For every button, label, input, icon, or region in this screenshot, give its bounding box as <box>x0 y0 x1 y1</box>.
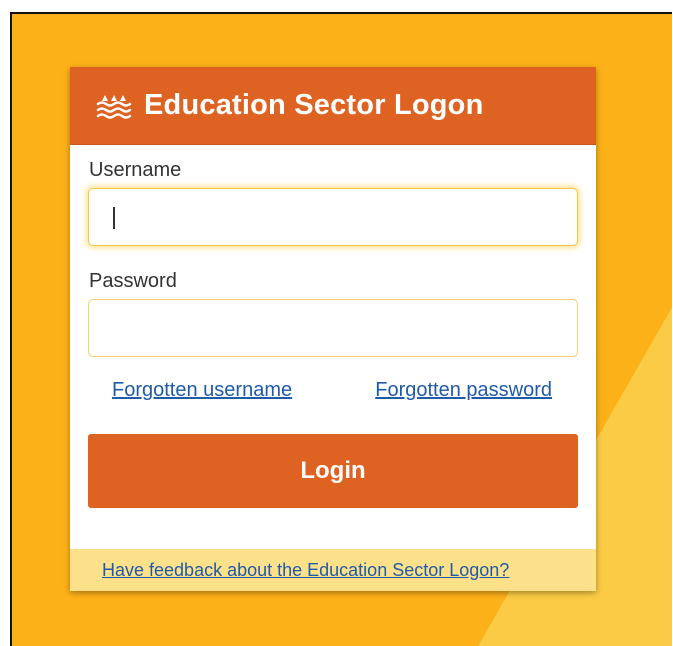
recovery-links: Forgotten username Forgotten password <box>88 357 578 402</box>
forgot-username-link[interactable]: Forgotten username <box>112 379 292 402</box>
card-title: Education Sector Logon <box>144 89 484 121</box>
card-header: Education Sector Logon <box>70 67 596 145</box>
forgot-password-link[interactable]: Forgotten password <box>375 379 552 402</box>
password-label: Password <box>89 270 177 292</box>
password-input[interactable] <box>88 299 578 357</box>
feedback-link[interactable]: Have feedback about the Education Sector… <box>102 560 509 581</box>
login-card: Education Sector Logon Username Password… <box>70 67 596 591</box>
username-input[interactable] <box>88 188 578 246</box>
login-form: Username Password Forgotten username For… <box>70 145 596 508</box>
login-button[interactable]: Login <box>88 434 578 508</box>
page-frame: Education Sector Logon Username Password… <box>10 12 672 646</box>
card-footer: Have feedback about the Education Sector… <box>70 549 596 591</box>
text-cursor <box>113 207 115 229</box>
waves-icon <box>96 94 132 119</box>
username-label: Username <box>89 159 182 181</box>
